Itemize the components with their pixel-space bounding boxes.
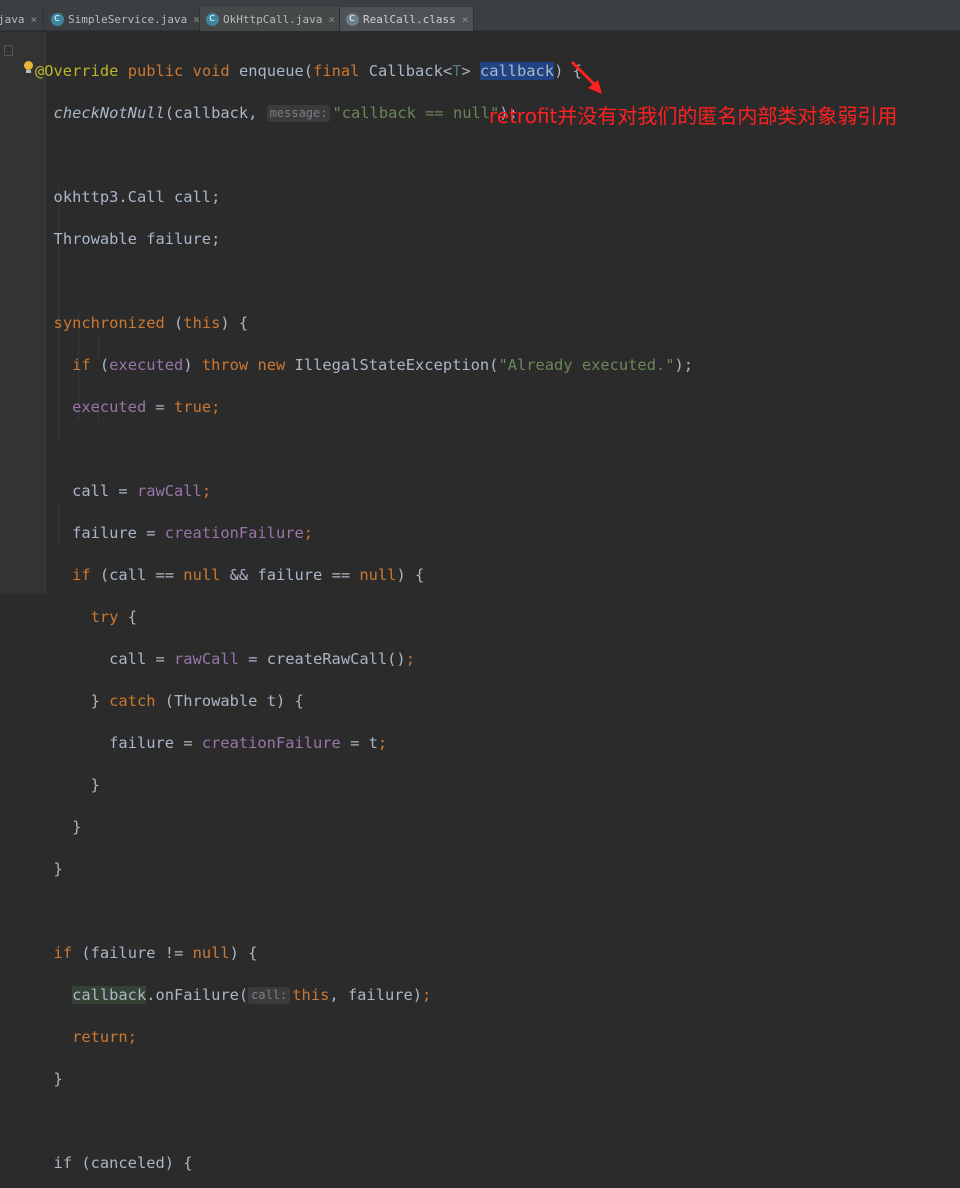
code-line-11: call = rawCall; [72,482,212,500]
code-line-7: synchronized (this) { [53,314,249,332]
close-icon[interactable]: × [328,13,335,26]
code-line-22: if (failure != null) { [53,944,258,962]
param-hint: call: [248,987,291,1004]
highlighted-param: callback [479,62,555,80]
code-line-9: executed = true; [72,398,221,416]
tab-label: SimpleService.java [68,12,188,26]
code-editor[interactable]: @Override public void enqueue(final Call… [35,40,693,1188]
tab-java[interactable]: java × [0,7,44,31]
code-line-23: callback.onFailure(call: this, failure); [72,986,432,1004]
tab-realcall[interactable]: RealCall.class × [340,7,474,31]
code-line-16: } catch (Throwable t) { [90,692,304,710]
java-class-icon [206,11,219,26]
code-line-15: call = rawCall = createRawCall(); [109,650,415,668]
java-class-icon [51,11,64,26]
code-line-20: } [53,860,63,878]
tab-okhttpcall[interactable]: OkHttpCall.java × [200,7,340,31]
tab-label: OkHttpCall.java [223,12,323,26]
tab-simple-service[interactable]: SimpleService.java × [45,7,200,31]
code-line-19: } [72,818,82,836]
code-line-27: if (canceled) { [53,1154,193,1172]
code-line-5: Throwable failure; [53,230,221,248]
code-line-14: try { [90,608,137,626]
top-strip [0,0,960,3]
lightbulb-icon[interactable] [22,61,35,75]
code-line-13: if (call == null && failure == null) { [72,566,425,584]
close-icon[interactable]: × [462,13,469,26]
code-line-4: okhttp3.Call call; [53,188,221,206]
param-hint: message: [266,105,331,122]
code-line-18: } [90,776,100,794]
class-file-icon [346,11,359,26]
code-line-8: if (executed) throw new IllegalStateExce… [72,356,694,374]
tab-label: RealCall.class [363,12,456,26]
code-line-25: } [53,1070,63,1088]
tab-label: java [0,12,25,26]
code-line-12: failure = creationFailure; [72,524,314,542]
editor-tab-bar: java × SimpleService.java × OkHttpCall.j… [0,0,960,31]
annotation-text: retrofit并没有对我们的匿名内部类对象弱引用 [489,104,898,128]
code-line-17: failure = creationFailure = t; [109,734,388,752]
red-arrow-icon [570,60,602,94]
close-icon[interactable]: × [31,13,38,26]
fold-marker-icon[interactable] [4,45,13,56]
code-line-24: return; [72,1028,137,1046]
close-icon[interactable]: × [193,13,200,26]
